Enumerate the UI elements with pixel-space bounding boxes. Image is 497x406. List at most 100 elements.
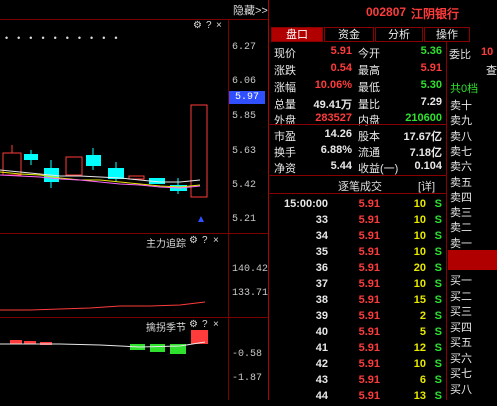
- ticks-divider: [270, 193, 446, 194]
- quote-value: 283527: [315, 112, 352, 124]
- ticks-detail-button[interactable]: [详]: [418, 178, 435, 194]
- ma-line-yellow: [0, 171, 201, 188]
- tick-price: 5.91: [358, 294, 380, 306]
- buy-level-label: 买三: [450, 306, 472, 318]
- tick-side: S: [434, 310, 442, 322]
- buy-level-label: 买四: [450, 321, 472, 334]
- tick-side: S: [434, 198, 442, 210]
- wei-bi-label: 委比: [449, 49, 471, 61]
- stock-name: 江阴银行: [411, 7, 460, 21]
- tick-side: S: [434, 326, 442, 338]
- current-price-marker: 5.97: [229, 91, 265, 104]
- price-label: 5.85: [232, 111, 257, 122]
- tick-price: 5.91: [358, 374, 380, 386]
- quote-value: 6.88%: [320, 144, 352, 156]
- tick-time: 39: [315, 310, 328, 322]
- tick-time: 43: [315, 374, 328, 386]
- sell-level-label: 卖三: [450, 207, 472, 220]
- tick-time: 15:00:00: [283, 198, 328, 210]
- tab-funds[interactable]: 资金: [324, 27, 374, 42]
- kline-chart-area[interactable]: ⚙ ? × •••••••••• 6.27 6.06 5.97 5.85 5.6…: [0, 0, 268, 400]
- check-button[interactable]: 查: [486, 62, 497, 78]
- quote-label: 总量: [274, 99, 296, 111]
- quote-label: 股本: [358, 131, 380, 143]
- panel-divider-2: [0, 317, 268, 318]
- price-label: 5.21: [232, 214, 257, 225]
- buy-level-label: 买八: [450, 383, 472, 396]
- sell-level-label: 卖十: [450, 100, 472, 112]
- quote-value: 10.06%: [314, 79, 352, 91]
- candle-up: [65, 156, 83, 176]
- tick-price: 5.91: [358, 326, 380, 338]
- quote-value: 49.41万: [313, 99, 352, 111]
- buy-level-label: 买六: [450, 352, 472, 365]
- total-levels: 共0档: [450, 83, 479, 95]
- tab-analysis[interactable]: 分析: [375, 27, 423, 42]
- quote-value: 0.104: [414, 160, 442, 172]
- sell-level-label: 卖二: [450, 222, 472, 235]
- quote-value: 7.18亿: [409, 147, 442, 159]
- tick-price: 5.91: [358, 342, 380, 354]
- tick-volume: 10: [413, 230, 426, 242]
- sell-level-label: 卖六: [450, 161, 472, 174]
- wei-bi-value: 10: [481, 46, 494, 58]
- tab-operation[interactable]: 操作: [424, 27, 470, 42]
- quote-value: 5.44: [330, 160, 352, 172]
- panel-value-label: 140.42: [232, 264, 269, 275]
- tab-pankou[interactable]: 盘口: [271, 27, 323, 42]
- orderbook-divider: [446, 42, 447, 400]
- candlestick-chart: [0, 104, 208, 222]
- quote-divider: [270, 124, 446, 125]
- tick-volume: 5: [419, 326, 426, 338]
- quote-label: 涨跌: [274, 65, 296, 77]
- candle-up: [128, 175, 145, 180]
- question-icon[interactable]: ?: [202, 235, 208, 246]
- tick-side: S: [434, 278, 442, 290]
- quote-label: 现价: [274, 48, 296, 60]
- tick-time: 35: [315, 246, 328, 258]
- price-label: 6.06: [232, 76, 257, 87]
- tick-side: S: [434, 230, 442, 242]
- tick-volume: 6: [419, 374, 426, 386]
- tick-time: 37: [315, 278, 328, 290]
- price-label: 6.27: [232, 42, 257, 53]
- gear-icon[interactable]: ⚙: [193, 20, 202, 31]
- quote-label: 净资: [274, 163, 296, 175]
- tick-time: 44: [315, 390, 328, 402]
- sell-level-label: 卖五: [450, 176, 472, 189]
- sell-level-label: 卖一: [450, 237, 472, 250]
- tick-volume: 15: [413, 294, 426, 306]
- tick-volume: 10: [413, 198, 426, 210]
- sell-level-label: 卖八: [450, 130, 472, 143]
- ticks-title: 逐笔成交: [338, 181, 382, 193]
- sell-level-label: 卖九: [450, 115, 472, 128]
- panel-divider: [268, 0, 269, 400]
- buy-level-label: 买二: [450, 290, 472, 303]
- quote-label: 最低: [358, 82, 380, 94]
- close-icon[interactable]: ×: [213, 235, 219, 246]
- main-force-chart: [0, 301, 206, 311]
- quote-label: 最高: [358, 65, 380, 77]
- tick-price: 5.91: [358, 230, 380, 242]
- quote-label: 今开: [358, 48, 380, 60]
- quote-divider: [270, 175, 446, 176]
- quote-label: 量比: [358, 99, 380, 111]
- tick-volume: 12: [413, 342, 426, 354]
- tick-price: 5.91: [358, 214, 380, 226]
- sell-level-label: 卖四: [450, 191, 472, 204]
- quote-value: 0.54: [330, 62, 352, 74]
- close-icon[interactable]: ×: [216, 20, 222, 31]
- quote-value: 17.67亿: [403, 131, 442, 143]
- hide-toggle-button[interactable]: 隐藏>>: [233, 2, 268, 18]
- question-icon[interactable]: ?: [206, 20, 212, 31]
- tick-volume: 10: [413, 214, 426, 226]
- tick-time: 40: [315, 326, 328, 338]
- limit-up-highlight: [448, 250, 497, 270]
- stock-code: 002807: [366, 5, 407, 19]
- tick-volume: 10: [413, 278, 426, 290]
- tick-price: 5.91: [358, 246, 380, 258]
- quote-value: 14.26: [324, 128, 352, 140]
- tick-time: 33: [315, 214, 328, 226]
- gear-icon[interactable]: ⚙: [189, 235, 198, 246]
- tick-price: 5.91: [358, 198, 380, 210]
